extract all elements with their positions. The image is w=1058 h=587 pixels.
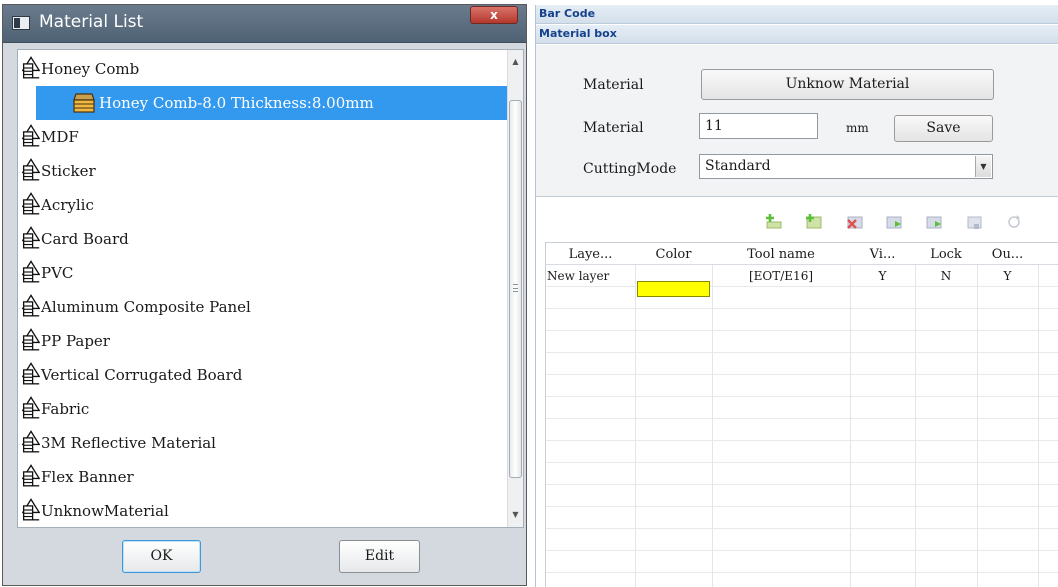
list-item-label: PVC <box>41 264 74 282</box>
cutting-mode-value: Standard <box>705 158 771 174</box>
folder-icon <box>22 327 40 353</box>
list-item-unknow-material[interactable]: UnknowMaterial <box>18 494 508 528</box>
folder-icon <box>22 123 40 149</box>
column-divider <box>850 243 851 587</box>
list-item-label: UnknowMaterial <box>41 502 169 520</box>
cell-lock[interactable]: N <box>915 267 977 287</box>
material-sheet-icon <box>73 93 95 113</box>
list-item-honey-comb-8-selected[interactable]: Honey Comb-8.0 Thickness:8.00mm <box>36 86 507 120</box>
folder-icon <box>22 361 40 387</box>
close-button[interactable]: x <box>470 6 518 24</box>
material-box: Material Unknow Material Material 11 mm … <box>536 45 1058 197</box>
column-divider <box>712 243 713 587</box>
list-item-label: Acrylic <box>41 196 94 214</box>
folder-icon <box>22 225 40 251</box>
list-item-label: 3M Reflective Material <box>41 434 216 452</box>
material-label: Material <box>583 77 644 93</box>
folder-icon <box>22 259 40 285</box>
grid-rows-background <box>546 265 1058 587</box>
folder-icon <box>22 55 40 81</box>
scrollbar-thumb[interactable] <box>509 100 522 478</box>
list-item-3m-reflective[interactable]: 3M Reflective Material <box>18 426 508 460</box>
thickness-input[interactable]: 11 <box>699 113 818 139</box>
material-list-dialog: Material List x Honey Comb Honey Comb-8.… <box>2 4 527 586</box>
material-box-header[interactable]: Material box <box>536 25 1058 44</box>
list-item-pp-paper[interactable]: PP Paper <box>18 324 508 358</box>
move-up-icon[interactable] <box>885 213 903 231</box>
copy-layer-icon[interactable] <box>965 213 983 231</box>
folder-icon <box>22 463 40 489</box>
list-item-label: Fabric <box>41 400 90 418</box>
list-item-vertical-corrugated-board[interactable]: Vertical Corrugated Board <box>18 358 508 392</box>
column-header-visible[interactable]: Vi... <box>850 245 915 265</box>
list-item-fabric[interactable]: Fabric <box>18 392 508 426</box>
chevron-down-icon[interactable]: ▼ <box>975 156 991 177</box>
scroll-up-arrow-icon[interactable]: ▲ <box>508 54 523 70</box>
folder-icon <box>22 157 40 183</box>
list-item-sticker[interactable]: Sticker <box>18 154 508 188</box>
list-item-mdf[interactable]: MDF <box>18 120 508 154</box>
cell-layer-name[interactable]: New layer <box>546 267 635 287</box>
title-bar: Material List x <box>3 5 526 43</box>
ok-button[interactable]: OK <box>122 540 201 573</box>
column-divider <box>1038 243 1039 587</box>
list-item-label: PP Paper <box>41 332 110 350</box>
cell-visible[interactable]: Y <box>850 267 915 287</box>
scroll-down-arrow-icon[interactable]: ▼ <box>508 507 523 523</box>
grip-icon <box>513 284 518 292</box>
column-divider <box>915 243 916 587</box>
folder-icon <box>22 497 40 523</box>
material-select-button[interactable]: Unknow Material <box>701 69 994 100</box>
add-layer-icon[interactable] <box>764 213 782 231</box>
layer-grid: Laye... Color Tool name Vi... Lock Ou...… <box>545 242 1058 587</box>
cutting-mode-select[interactable]: Standard ▼ <box>699 154 993 179</box>
vertical-scrollbar[interactable]: ▲ ▼ <box>507 50 523 527</box>
refresh-icon[interactable] <box>1005 213 1023 231</box>
edit-button[interactable]: Edit <box>339 540 420 573</box>
layer-toolbar <box>536 205 1058 241</box>
list-item-label: Honey Comb <box>41 60 140 78</box>
layer-color-swatch[interactable] <box>637 281 710 297</box>
list-item-aluminum-composite-panel[interactable]: Aluminum Composite Panel <box>18 290 508 324</box>
list-item-acrylic[interactable]: Acrylic <box>18 188 508 222</box>
list-item-card-board[interactable]: Card Board <box>18 222 508 256</box>
list-item-label: Honey Comb-8.0 Thickness:8.00mm <box>99 94 374 112</box>
move-down-icon[interactable] <box>925 213 943 231</box>
material-tree[interactable]: Honey Comb Honey Comb-8.0 Thickness:8.00… <box>17 49 524 528</box>
unit-label: mm <box>846 121 869 135</box>
folder-icon <box>22 191 40 217</box>
cell-tool-name[interactable]: [EOT/E16] <box>712 267 850 287</box>
column-divider <box>635 243 636 587</box>
folder-icon <box>22 395 40 421</box>
list-item-label: Aluminum Composite Panel <box>41 298 251 316</box>
bar-code-header[interactable]: Bar Code <box>536 5 1058 24</box>
cutting-mode-label: CuttingMode <box>583 161 677 177</box>
cell-output[interactable]: Y <box>977 267 1038 287</box>
insert-layer-icon[interactable] <box>804 213 822 231</box>
column-divider <box>977 243 978 587</box>
delete-layer-icon[interactable] <box>845 213 863 231</box>
column-header-tool-name[interactable]: Tool name <box>712 245 850 265</box>
list-item-honey-comb[interactable]: Honey Comb <box>18 52 508 86</box>
window-app-icon <box>12 16 30 30</box>
column-header-lock[interactable]: Lock <box>915 245 977 265</box>
dialog-title: Material List <box>39 12 144 32</box>
list-item-label: Flex Banner <box>41 468 134 486</box>
list-item-label: Vertical Corrugated Board <box>41 366 243 384</box>
column-header-output[interactable]: Ou... <box>977 245 1038 265</box>
grid-header: Laye... Color Tool name Vi... Lock Ou... <box>546 243 1058 265</box>
thickness-label: Material <box>583 120 644 136</box>
folder-icon <box>22 293 40 319</box>
properties-panel: Bar Code Material box Material Unknow Ma… <box>535 5 1058 587</box>
list-item-pvc[interactable]: PVC <box>18 256 508 290</box>
list-item-label: Sticker <box>41 162 96 180</box>
folder-icon <box>22 429 40 455</box>
column-header-layer[interactable]: Laye... <box>546 245 635 265</box>
list-item-flex-banner[interactable]: Flex Banner <box>18 460 508 494</box>
list-item-label: Card Board <box>41 230 129 248</box>
list-item-label: MDF <box>41 128 79 146</box>
column-header-color[interactable]: Color <box>635 245 712 265</box>
save-button[interactable]: Save <box>894 115 993 142</box>
